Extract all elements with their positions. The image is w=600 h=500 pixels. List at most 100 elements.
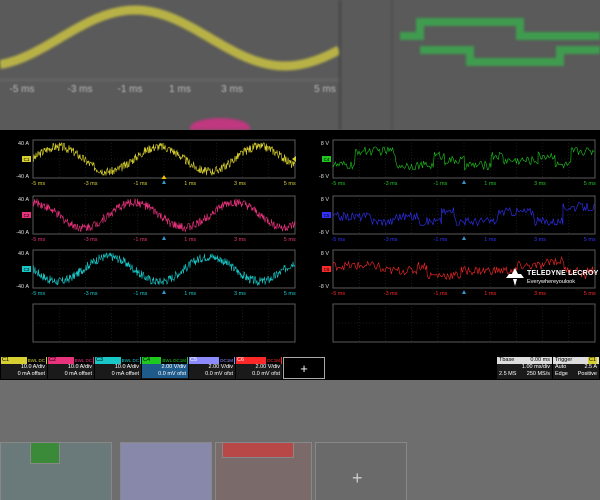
trigger-position-icon <box>462 236 466 240</box>
channel-name: C5 <box>190 357 198 363</box>
time-tick-label: 3 ms <box>234 291 246 297</box>
timebase-header: Tbase 0.00 ms <box>497 357 552 364</box>
time-tick-label: 5 ms <box>584 237 596 243</box>
bg-tick: 5 ms <box>314 84 336 95</box>
time-tick-label: 1 ms <box>184 181 196 187</box>
channel-name: C1 <box>2 357 10 363</box>
time-tick-label: -3 ms <box>84 237 98 243</box>
time-tick-label: -3 ms <box>84 181 98 187</box>
logo-brand: TELEDYNE LECROY <box>527 270 599 277</box>
timebase-samples: 2.5 MS <box>499 371 517 377</box>
time-tick-label: -3 ms <box>384 181 398 187</box>
y-scale-top: 40 A <box>18 197 29 203</box>
logo-tagline: Everywhereyoulook <box>527 279 575 285</box>
trigger-position-icon <box>462 180 466 184</box>
timebase-div: 1.00 ms/div <box>521 364 550 370</box>
add-channel-button[interactable]: + <box>283 357 325 379</box>
y-scale-top: 8 V <box>321 251 330 257</box>
channel-header: C3 BWL DC <box>95 357 141 364</box>
time-tick-label: -1 ms <box>434 291 448 297</box>
timebase-row: 1.00 ms/div <box>497 364 552 371</box>
time-tick-label: 5 ms <box>284 291 296 297</box>
channel-header: C4 BWL DC1M <box>142 357 188 364</box>
vertical-scale: 2.00 V/div <box>142 364 188 371</box>
time-tick-label: 5 ms <box>584 291 596 297</box>
bg-block <box>222 442 294 458</box>
trigger-type: Edge <box>555 371 568 377</box>
bg-tick: -3 ms <box>67 84 93 95</box>
time-tick-label: -5 ms <box>31 291 45 297</box>
time-tick-label: 3 ms <box>234 237 246 243</box>
channel-marker-label: C6 <box>324 267 330 272</box>
waveform-trace <box>332 146 595 171</box>
trigger-channel: C1 <box>587 357 597 364</box>
y-scale-top: 8 V <box>321 197 330 203</box>
vertical-scale: 10.0 A/div <box>20 364 45 370</box>
bg-block <box>30 442 60 464</box>
channel-box-c2[interactable]: C2 BWL DC 10.0 A/div 0 mA offset <box>48 357 94 379</box>
y-scale-top: 40 A <box>18 141 29 147</box>
trigger-box[interactable]: Trigger C1 Auto 2.5 A Edge Positive <box>553 357 599 379</box>
channel-header: C2 BWL DC <box>48 357 94 364</box>
channel-name: C3 <box>96 357 104 363</box>
time-tick-label: -1 ms <box>434 181 448 187</box>
trigger-level: 2.5 A <box>584 364 597 370</box>
channel-box-c3[interactable]: C3 BWL DC 10.0 A/div 0 mA offset <box>95 357 141 379</box>
trigger-position-icon <box>162 236 166 240</box>
channel-marker-label: C5 <box>324 213 330 218</box>
coupling-badge: BWL DC <box>120 357 140 364</box>
channel-name: C2 <box>49 357 57 363</box>
background-waveforms <box>0 0 600 130</box>
channel-header: C5 DC1M <box>189 357 235 364</box>
channel-marker-label: C1 <box>24 157 30 162</box>
vertical-offset: 0 mA offset <box>111 371 139 377</box>
time-tick-label: 5 ms <box>284 237 296 243</box>
coupling-badge: DC1M <box>219 357 234 364</box>
channel-box-c1[interactable]: C1 BWL DC 10.0 A/div 0 mA offset <box>1 357 47 379</box>
time-tick-label: -5 ms <box>331 237 345 243</box>
time-tick-label: -5 ms <box>331 291 345 297</box>
y-scale-top: 8 V <box>321 141 330 147</box>
timebase-rate: 250 MS/s <box>526 371 550 377</box>
y-scale-bottom: -40 A <box>16 174 29 180</box>
time-tick-label: -5 ms <box>31 237 45 243</box>
time-tick-label: -1 ms <box>134 237 148 243</box>
background-bottom: + <box>0 380 600 500</box>
time-tick-label: -1 ms <box>134 291 148 297</box>
bg-tick: -5 ms <box>9 84 35 95</box>
time-tick-label: 3 ms <box>534 181 546 187</box>
time-tick-label: 1 ms <box>184 291 196 297</box>
channel-marker-label: C2 <box>24 213 30 218</box>
channel-marker-label: C4 <box>324 157 330 162</box>
y-scale-bottom: -8 V <box>319 230 329 236</box>
time-tick-label: 5 ms <box>584 181 596 187</box>
trigger-label: Trigger <box>555 357 573 363</box>
trigger-position-icon <box>462 290 466 294</box>
time-tick-label: -3 ms <box>384 237 398 243</box>
time-tick-label: 3 ms <box>534 291 546 297</box>
y-scale-top: 40 A <box>18 251 29 257</box>
coupling-badge: DC1M <box>266 357 281 364</box>
timebase-box[interactable]: Tbase 0.00 ms 1.00 ms/div 2.5 MS 250 MS/s <box>497 357 552 379</box>
time-tick-label: 1 ms <box>484 291 496 297</box>
trigger-slope: Positive <box>577 371 597 377</box>
time-tick-label: -5 ms <box>331 181 345 187</box>
channel-descriptor-bar: C1 BWL DC 10.0 A/div 0 mA offset C2 BWL DC 10.… <box>0 355 600 380</box>
y-scale-bottom: -40 A <box>16 230 29 236</box>
timebase-delay: 0.00 ms <box>530 357 550 363</box>
channel-name: C6 <box>237 357 245 363</box>
time-tick-label: 5 ms <box>284 181 296 187</box>
channel-box-c4[interactable]: C4 BWL DC1M 2.00 V/div 0.0 mV ofst <box>142 357 188 379</box>
channel-box-c6[interactable]: C6 DC1M 2.00 V/div 0.0 mV ofst <box>236 357 282 379</box>
vertical-offset: 0 mA offset <box>64 371 92 377</box>
channel-box-c5[interactable]: C5 DC1M 2.00 V/div 0.0 mV ofst <box>189 357 235 379</box>
bg-tick: -1 ms <box>117 84 143 95</box>
vertical-scale: 2.00 V/div <box>255 364 280 370</box>
time-tick-label: -5 ms <box>31 181 45 187</box>
channel-header: C6 DC1M <box>236 357 282 364</box>
trigger-level-icon <box>292 156 296 162</box>
y-scale-bottom: -8 V <box>319 284 329 290</box>
trigger-position-icon <box>162 180 166 184</box>
bg-plus: + <box>352 468 363 488</box>
vertical-scale: 2.00 V/div <box>208 364 233 370</box>
